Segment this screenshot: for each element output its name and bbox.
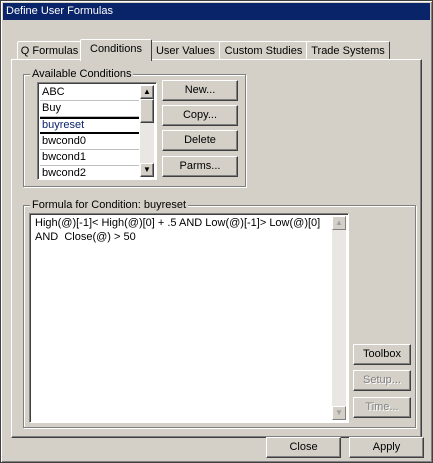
setup-button[interactable]: Setup... bbox=[353, 370, 411, 391]
tab-user-values[interactable]: User Values bbox=[150, 41, 221, 60]
close-button[interactable]: Close bbox=[266, 437, 341, 458]
delete-button[interactable]: Delete bbox=[162, 130, 238, 151]
formula-title: Formula for Condition: buyreset bbox=[30, 198, 189, 212]
list-item[interactable]: ABC bbox=[40, 85, 139, 101]
arrow-down-icon[interactable]: ▼ bbox=[140, 163, 154, 177]
list-item[interactable]: bwcond0 bbox=[40, 134, 139, 150]
arrow-down-icon[interactable]: ▼ bbox=[332, 406, 346, 420]
conditions-list: ABC Buy buyreset bwcond0 bwcond1 bwcond2 bbox=[40, 85, 139, 181]
arrow-up-icon[interactable]: ▲ bbox=[140, 85, 154, 99]
new-button[interactable]: New... bbox=[162, 80, 238, 101]
formula-scrollbar[interactable]: ▲ ▼ bbox=[332, 216, 346, 420]
tab-trade-systems[interactable]: Trade Systems bbox=[306, 41, 390, 60]
available-conditions-title: Available Conditions bbox=[30, 67, 134, 81]
arrow-up-icon[interactable]: ▲ bbox=[332, 216, 346, 230]
tab-q-formulas[interactable]: Q Formulas bbox=[17, 41, 82, 60]
scroll-thumb[interactable] bbox=[140, 99, 154, 123]
parms-button[interactable]: Parms... bbox=[162, 156, 238, 177]
toolbox-button[interactable]: Toolbox bbox=[353, 344, 411, 365]
conditions-listbox[interactable]: ABC Buy buyreset bwcond0 bwcond1 bwcond2… bbox=[37, 82, 157, 180]
list-item[interactable]: bwcond2 bbox=[40, 166, 139, 181]
conditions-scrollbar[interactable]: ▲ ▼ bbox=[140, 85, 154, 177]
tab-conditions[interactable]: Conditions bbox=[80, 39, 152, 61]
apply-button[interactable]: Apply bbox=[349, 437, 424, 458]
list-item-selected[interactable]: buyreset bbox=[40, 117, 139, 134]
formula-editor[interactable]: High(@)[-1]< High(@)[0] + .5 AND Low(@)[… bbox=[29, 213, 349, 423]
title-bar[interactable]: Define User Formulas bbox=[3, 3, 430, 20]
copy-button[interactable]: Copy... bbox=[162, 105, 238, 126]
list-item[interactable]: bwcond1 bbox=[40, 150, 139, 166]
formula-text[interactable]: High(@)[-1]< High(@)[0] + .5 AND Low(@)[… bbox=[35, 216, 325, 244]
time-button[interactable]: Time... bbox=[353, 397, 411, 418]
tab-custom-studies[interactable]: Custom Studies bbox=[219, 41, 308, 60]
list-item[interactable]: Buy bbox=[40, 101, 139, 117]
dialog-window: Define User Formulas Q Formulas Conditio… bbox=[0, 0, 433, 463]
